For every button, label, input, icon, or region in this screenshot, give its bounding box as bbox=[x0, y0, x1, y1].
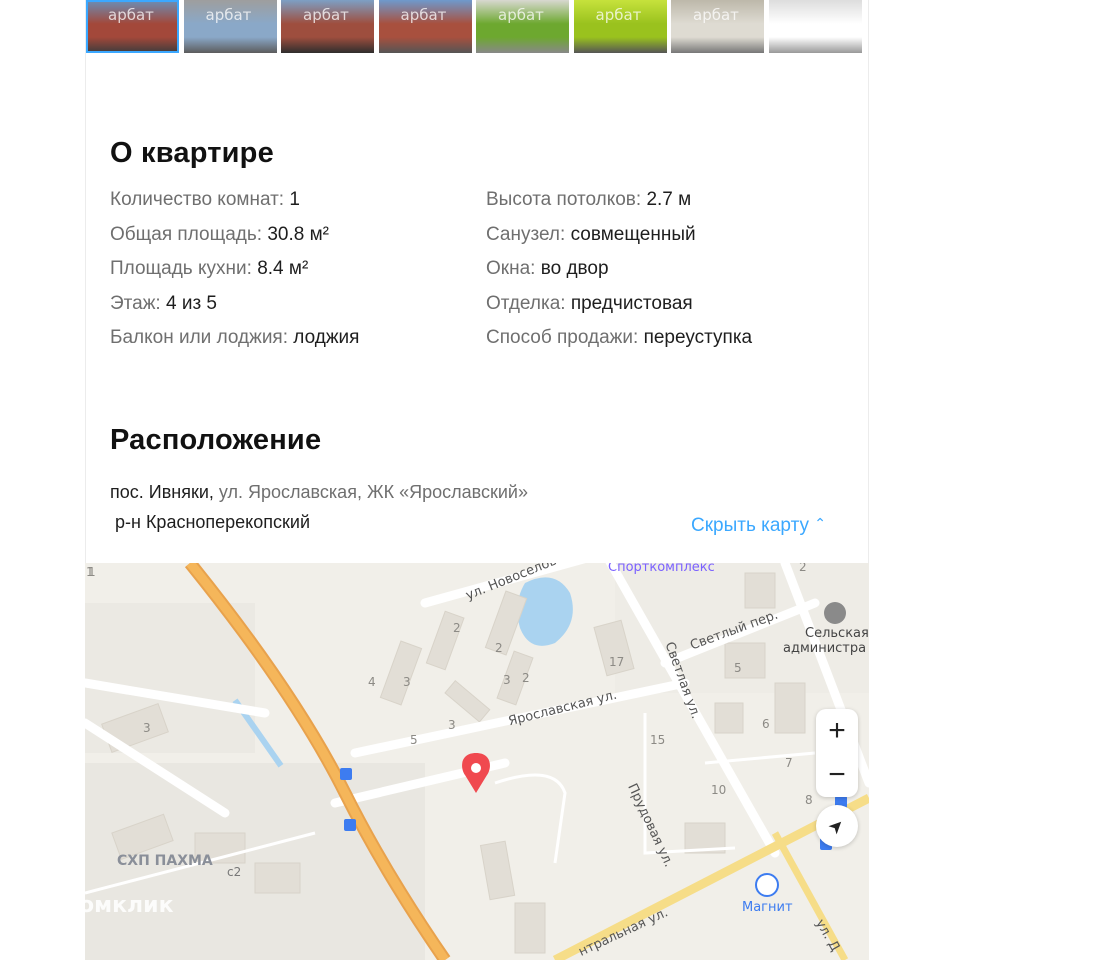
gallery-thumbnail[interactable]: арбат bbox=[281, 0, 374, 53]
property-value: 30.8 м² bbox=[267, 223, 329, 245]
property-value: совмещенный bbox=[570, 223, 696, 245]
house-number: 3 bbox=[403, 675, 411, 689]
hide-map-button[interactable]: Скрыть карту ⌃ bbox=[691, 515, 826, 537]
property-key: Санузел: bbox=[486, 223, 566, 245]
map-label-magnit[interactable]: Магнит bbox=[742, 900, 793, 915]
gallery-thumbnail[interactable]: арбат bbox=[476, 0, 569, 53]
zoom-controls: + − bbox=[816, 709, 858, 797]
map-label-administration[interactable]: администра bbox=[783, 641, 866, 656]
zoom-out-button[interactable]: − bbox=[816, 753, 858, 797]
chevron-up-icon: ⌃ bbox=[814, 515, 827, 531]
house-number: 8 bbox=[805, 793, 813, 807]
zoom-in-button[interactable]: + bbox=[816, 709, 858, 753]
gallery-thumbnail[interactable] bbox=[768, 0, 862, 53]
house-number: 10 bbox=[711, 783, 727, 797]
location-map[interactable]: ул. Новоселов Спорткомплекс Светлый пер.… bbox=[85, 563, 869, 960]
map-label-selskaya[interactable]: Сельская bbox=[805, 626, 869, 641]
hide-map-label: Скрыть карту bbox=[691, 515, 809, 536]
domclick-logo-icon: ⌂ bbox=[36, 893, 52, 918]
property-value: лоджия bbox=[293, 327, 360, 348]
about-apartment-title: О квартире bbox=[110, 137, 274, 169]
navigation-arrow-icon: ➤ bbox=[824, 813, 850, 839]
property-key: Этаж: bbox=[110, 292, 161, 314]
gallery-thumbnail[interactable]: арбат bbox=[671, 0, 764, 53]
property-row: Высота потолков: 2.7 м bbox=[486, 189, 691, 211]
thumbnail-watermark: арбат bbox=[108, 6, 154, 24]
property-value: 2.7 м bbox=[646, 189, 692, 210]
property-value: переуступка bbox=[643, 327, 753, 348]
property-value: 8.4 м² bbox=[257, 258, 309, 279]
property-key: Количество комнат: bbox=[110, 189, 285, 210]
house-number: 7 bbox=[785, 756, 793, 770]
property-row: Отделка: предчистовая bbox=[486, 293, 693, 315]
address-complex[interactable]: ЖК «Ярославский» bbox=[367, 482, 528, 502]
house-number: 5 bbox=[734, 661, 742, 675]
property-key: Высота потолков: bbox=[486, 189, 642, 210]
house-number: 3 bbox=[143, 721, 151, 735]
property-key: Балкон или лоджия: bbox=[110, 327, 289, 348]
gallery-thumbnail[interactable]: арбат bbox=[378, 0, 472, 53]
property-row: Количество комнат: 1 bbox=[110, 189, 300, 211]
map-label-c2: с2 bbox=[227, 865, 242, 879]
property-value: 4 из 5 bbox=[165, 292, 218, 314]
house-number: 2 bbox=[799, 563, 807, 574]
property-value: предчистовая bbox=[570, 292, 693, 314]
property-row: Балкон или лоджия: лоджия bbox=[110, 327, 359, 349]
thumbnail-watermark: арбат bbox=[400, 6, 447, 24]
listing-card: арбат арбат арбат арбат арбат арбат арбат О кв… bbox=[85, 0, 869, 563]
house-number: 15 bbox=[650, 733, 666, 747]
thumbnail-watermark: арбат bbox=[303, 6, 349, 24]
house-number: 2 bbox=[495, 641, 503, 655]
address-street[interactable]: ул. Ярославская, bbox=[219, 482, 362, 502]
map-label-sportkompleks[interactable]: Спорткомплекс bbox=[608, 563, 715, 575]
address-settlement: пос. Ивняки, bbox=[110, 482, 214, 502]
map-label-shp: СХП ПАХМА bbox=[117, 853, 213, 869]
property-value: 1 bbox=[289, 189, 300, 210]
property-row: Общая площадь: 30.8 м² bbox=[110, 224, 329, 246]
locate-button[interactable]: ➤ bbox=[816, 805, 858, 847]
location-title: Расположение bbox=[110, 424, 322, 456]
thumbnail-watermark: арбат bbox=[693, 6, 739, 24]
house-number: 2 bbox=[453, 621, 461, 635]
gallery-thumbnail[interactable]: арбат bbox=[573, 0, 667, 53]
house-number: 3 bbox=[448, 718, 456, 732]
property-key: Способ продажи: bbox=[486, 327, 639, 348]
address-line: пос. Ивняки, ул. Ярославская, ЖК «Яросла… bbox=[110, 482, 528, 503]
gallery-thumbnail[interactable]: арбат bbox=[183, 0, 277, 53]
house-number: 6 bbox=[762, 717, 770, 731]
property-row: Способ продажи: переуступка bbox=[486, 327, 752, 349]
house-number: 2 bbox=[522, 671, 530, 685]
thumbnail-watermark: арбат bbox=[595, 6, 642, 24]
district-line: р-н Красноперекопский bbox=[115, 512, 311, 532]
property-key: Общая площадь: bbox=[110, 223, 263, 245]
property-key: Отделка: bbox=[486, 292, 566, 314]
property-row: Окна: во двор bbox=[486, 258, 609, 280]
house-number: 1 bbox=[88, 565, 96, 579]
property-key: Площадь кухни: bbox=[110, 258, 252, 279]
photo-gallery-strip: арбат арбат арбат арбат арбат арбат арбат bbox=[86, 0, 870, 54]
property-row: Площадь кухни: 8.4 м² bbox=[110, 258, 308, 280]
thumbnail-watermark: арбат bbox=[205, 6, 252, 24]
property-row: Санузел: совмещенный bbox=[486, 224, 696, 246]
house-number: 5 bbox=[410, 733, 418, 747]
domclick-watermark: ⌂ Домклик bbox=[36, 893, 174, 918]
property-key: Окна: bbox=[486, 258, 536, 279]
house-number: 3 bbox=[503, 673, 511, 687]
house-number: 17 bbox=[609, 655, 625, 669]
property-row: Этаж: 4 из 5 bbox=[110, 293, 217, 315]
domclick-watermark-label: Домклик bbox=[59, 893, 174, 918]
thumbnail-watermark: арбат bbox=[498, 6, 544, 24]
house-number: 4 bbox=[368, 675, 376, 689]
property-value: во двор bbox=[540, 258, 609, 279]
gallery-thumbnail[interactable]: арбат bbox=[86, 0, 179, 53]
